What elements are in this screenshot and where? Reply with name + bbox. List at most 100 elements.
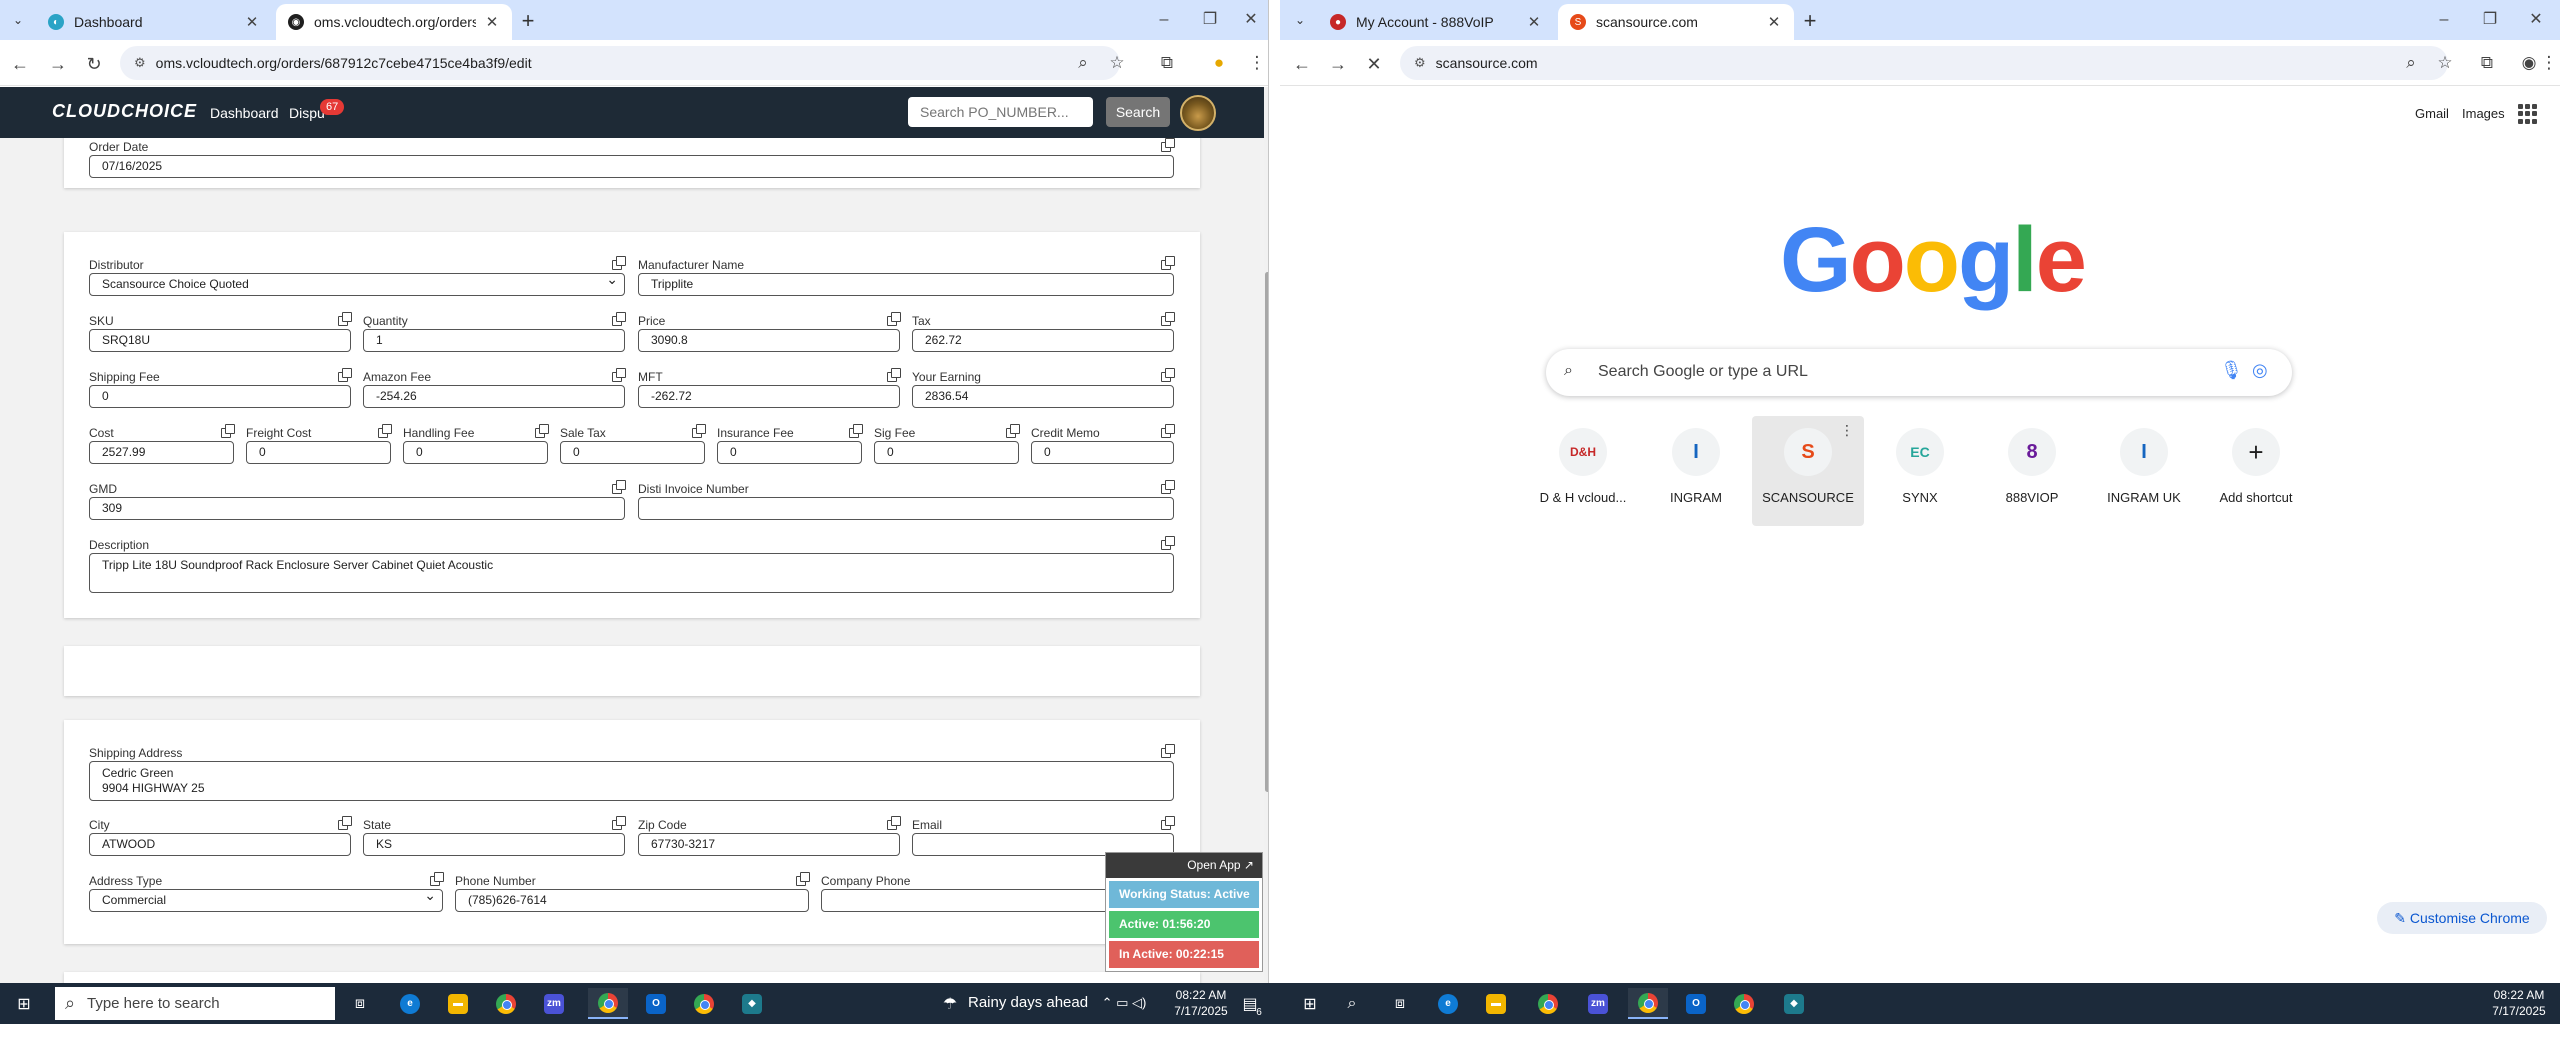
extensions-icon[interactable]: ⧉	[1154, 50, 1180, 76]
copy-icon[interactable]	[611, 368, 626, 382]
copy-icon[interactable]	[1160, 536, 1175, 550]
shortcut-scansource[interactable]: ⋮ S SCANSOURCE	[1752, 416, 1864, 526]
shortcut-synx[interactable]: EC SYNX	[1864, 416, 1976, 526]
restore-icon[interactable]: ❐	[2470, 8, 2510, 32]
copy-icon[interactable]	[795, 872, 810, 886]
search-icon[interactable]: ⌕	[1332, 988, 1372, 1019]
close-window-icon[interactable]: ✕	[1236, 8, 1266, 32]
weather-icon[interactable]: ☂	[930, 988, 970, 1019]
profile-icon[interactable]: ◉	[2516, 50, 2542, 76]
copy-icon[interactable]	[1160, 816, 1175, 830]
close-tab-icon[interactable]: ✕	[484, 13, 500, 31]
reload-icon[interactable]: ↻	[80, 50, 108, 78]
city-input[interactable]: ATWOOD	[89, 833, 351, 856]
distributor-select[interactable]: Scansource Choice Quoted	[89, 273, 625, 296]
back-icon[interactable]: ←	[6, 50, 34, 78]
google-apps-icon[interactable]	[2518, 104, 2538, 124]
mft-input[interactable]: -262.72	[638, 385, 900, 408]
your-earning-input[interactable]: 2836.54	[912, 385, 1174, 408]
freight-cost-input[interactable]: 0	[246, 441, 391, 464]
shortcut-add[interactable]: + Add shortcut	[2200, 416, 2312, 526]
zoom-icon[interactable]: ⌕	[1070, 50, 1096, 76]
edge-icon[interactable]: e	[390, 988, 430, 1019]
copy-icon[interactable]	[1005, 424, 1020, 438]
copy-icon[interactable]	[429, 872, 444, 886]
task-view-icon[interactable]: ⧈	[340, 988, 380, 1019]
address-bar[interactable]: ⚙ scansource.com	[1400, 46, 2448, 80]
microphone-icon[interactable]: 🎙	[2220, 360, 2243, 381]
insurance-fee-input[interactable]: 0	[717, 441, 862, 464]
taskbar-search-box[interactable]: Type here to search	[55, 987, 335, 1020]
minimize-icon[interactable]: –	[2424, 8, 2464, 32]
tab-search-chevron-icon[interactable]: ⌄	[1288, 8, 1312, 32]
copy-icon[interactable]	[611, 816, 626, 830]
zoom-icon[interactable]: ⌕	[2398, 50, 2424, 76]
page-scrollbar[interactable]	[1264, 87, 1268, 983]
close-tab-icon[interactable]: ✕	[244, 13, 260, 31]
quantity-input[interactable]: 1	[363, 329, 625, 352]
copy-icon[interactable]	[848, 424, 863, 438]
shortcut-ingram-uk[interactable]: I INGRAM UK	[2088, 416, 2200, 526]
user-avatar[interactable]	[1180, 95, 1216, 131]
address-type-select[interactable]: Commercial	[89, 889, 443, 912]
shortcut-more-icon[interactable]: ⋮	[1840, 422, 1854, 439]
gmail-link[interactable]: Gmail	[2415, 106, 2449, 121]
copy-icon[interactable]	[337, 368, 352, 382]
back-icon[interactable]: ←	[1288, 50, 1316, 78]
copy-icon[interactable]	[220, 424, 235, 438]
tab-dashboard[interactable]: ◐ Dashboard ✕	[36, 4, 272, 40]
copy-icon[interactable]	[886, 368, 901, 382]
outlook-icon-right[interactable]: O	[1676, 988, 1716, 1019]
weather-text[interactable]: Rainy days ahead	[968, 995, 1088, 1036]
description-textarea[interactable]: Tripp Lite 18U Soundproof Rack Enclosure…	[89, 553, 1174, 593]
copy-icon[interactable]	[1160, 480, 1175, 494]
forward-icon[interactable]: →	[44, 50, 72, 78]
tab-888voip[interactable]: ● My Account - 888VoIP ✕	[1318, 4, 1554, 40]
copy-icon[interactable]	[611, 256, 626, 270]
zip-input[interactable]: 67730-3217	[638, 833, 900, 856]
copy-icon[interactable]	[886, 816, 901, 830]
close-window-icon[interactable]: ✕	[2516, 8, 2556, 32]
search-button[interactable]: Search	[1106, 97, 1170, 127]
tray-icons[interactable]: ⌃ ▭ ◁)	[1094, 995, 1154, 1036]
po-search-input[interactable]	[908, 97, 1093, 127]
disti-invoice-input[interactable]	[638, 497, 1174, 520]
clock-left[interactable]: 08:22 AM 7/17/2025	[1166, 987, 1236, 1028]
open-app-link[interactable]: Open App ↗	[1106, 853, 1262, 878]
shortcut-888viop[interactable]: 8 888VIOP	[1976, 416, 2088, 526]
copy-icon[interactable]	[1160, 744, 1175, 758]
chrome-active-icon-right[interactable]	[1628, 988, 1668, 1019]
address-bar[interactable]: ⚙ oms.vcloudtech.org/orders/687912c7cebe…	[120, 46, 1120, 80]
tab-orders[interactable]: ◉ oms.vcloudtech.org/orders/687 ✕	[276, 4, 512, 40]
order-date-input[interactable]: 07/16/2025	[89, 155, 1174, 178]
nav-dashboard[interactable]: Dashboard	[210, 105, 279, 121]
chrome-icon[interactable]	[486, 988, 526, 1019]
zoho-meeting-icon-right[interactable]: zm	[1578, 988, 1618, 1019]
copy-icon[interactable]	[1160, 256, 1175, 270]
copy-icon[interactable]	[1160, 368, 1175, 382]
copy-icon[interactable]	[691, 424, 706, 438]
minimize-icon[interactable]: –	[1144, 8, 1184, 32]
cloudchoice-logo[interactable]: CLOUDCHOICE	[52, 101, 197, 122]
chrome-active-icon[interactable]	[588, 988, 628, 1019]
tab-search-chevron-icon[interactable]: ⌄	[6, 8, 30, 32]
app-icon[interactable]: ◆	[732, 988, 772, 1019]
site-info-icon[interactable]: ⚙	[1414, 55, 1426, 71]
chrome-icon-right[interactable]	[1528, 988, 1568, 1019]
cost-input[interactable]: 2527.99	[89, 441, 234, 464]
stop-loading-icon[interactable]: ✕	[1360, 50, 1388, 78]
credit-memo-input[interactable]: 0	[1031, 441, 1174, 464]
google-lens-icon[interactable]: ◎	[2252, 360, 2268, 381]
menu-icon[interactable]: ⋮	[1244, 50, 1268, 76]
task-view-icon-right[interactable]: ⧈	[1380, 988, 1420, 1019]
shipping-fee-input[interactable]: 0	[89, 385, 351, 408]
file-explorer-icon-right[interactable]: ▬	[1476, 988, 1516, 1019]
menu-icon[interactable]: ⋮	[2540, 50, 2558, 76]
extensions-icon[interactable]: ⧉	[2474, 50, 2500, 76]
extension-badge-icon[interactable]: ●	[1206, 50, 1232, 76]
new-tab-icon[interactable]: +	[514, 8, 542, 36]
copy-icon[interactable]	[534, 424, 549, 438]
sig-fee-input[interactable]: 0	[874, 441, 1019, 464]
copy-icon[interactable]	[1160, 424, 1175, 438]
start-icon-right[interactable]: ⊞	[1290, 988, 1330, 1019]
